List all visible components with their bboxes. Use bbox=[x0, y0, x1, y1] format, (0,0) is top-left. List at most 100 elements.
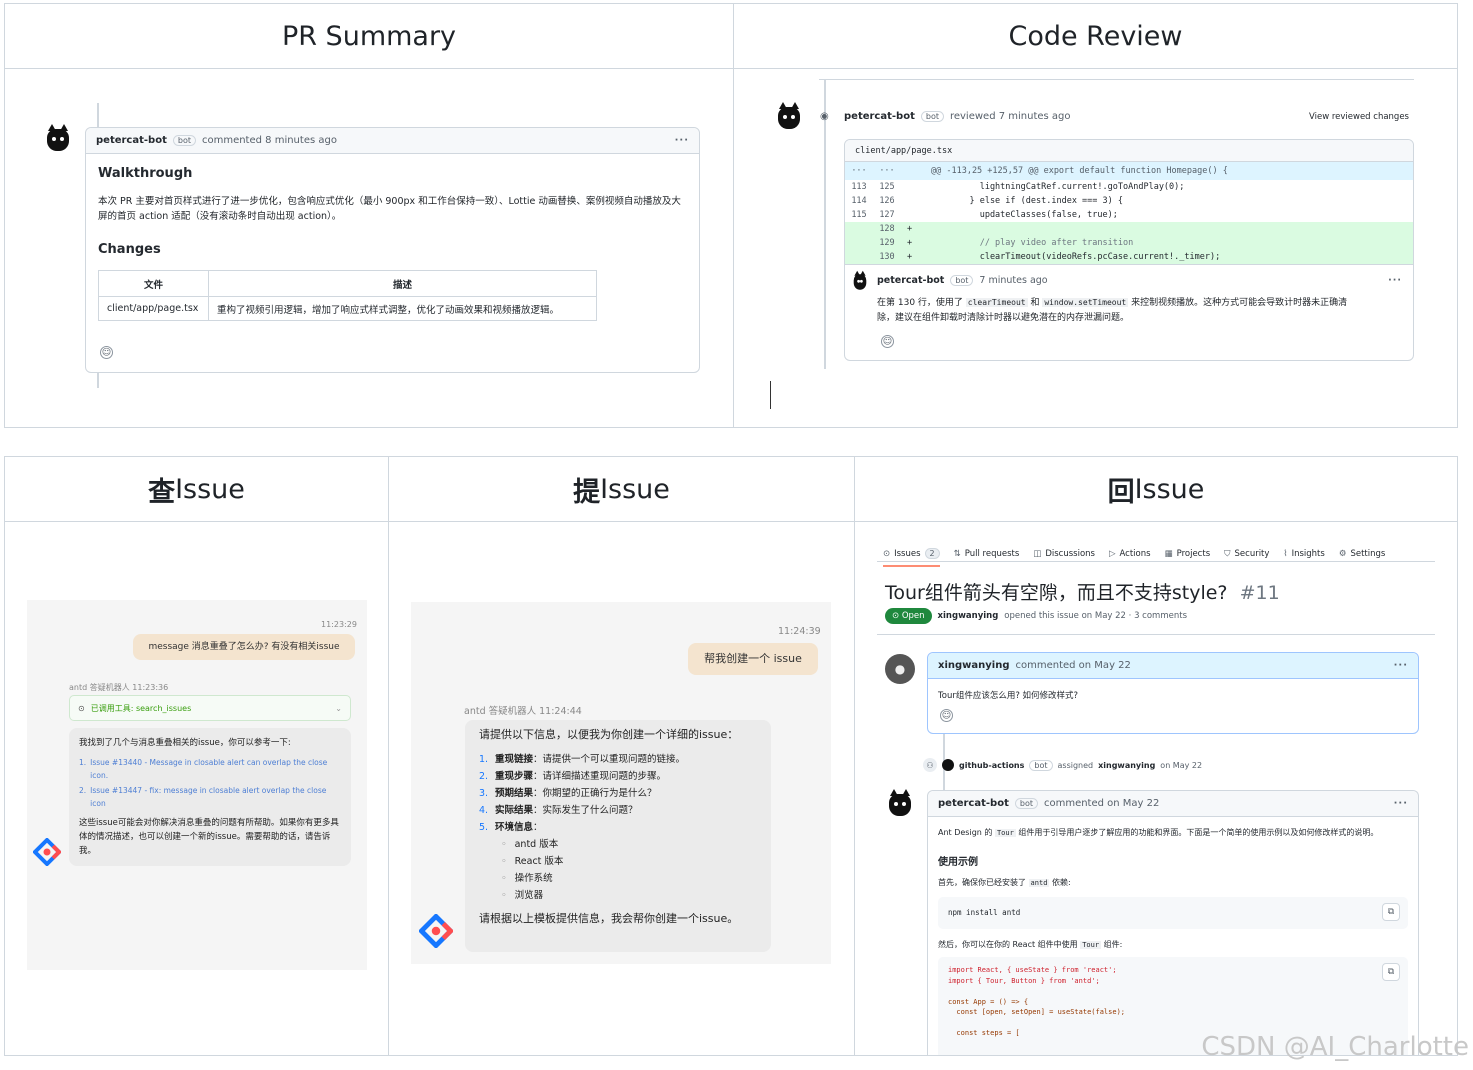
hunk-expand-right[interactable]: ··· bbox=[873, 166, 901, 176]
item-number: 4. bbox=[479, 805, 489, 816]
tab-pull-requests[interactable]: ⇅ Pull requests bbox=[954, 549, 1020, 559]
tool-call-box[interactable]: ⊙ 已调用工具: search_issues ⌄ bbox=[69, 695, 351, 721]
copy-icon[interactable]: ⧉ bbox=[1382, 963, 1400, 981]
tab-settings[interactable]: ⚙ Settings bbox=[1339, 549, 1386, 559]
bot-reply: 我找到了几个与消息重叠相关的issue，你可以参考一下: 1. Issue #13… bbox=[69, 728, 351, 866]
more-options-icon[interactable]: ··· bbox=[1388, 275, 1402, 286]
view-reviewed-changes-link[interactable]: View reviewed changes bbox=[1309, 112, 1409, 122]
comment-text-2: 来控制视频播放。这种方式可能会导致计时器未正确清 bbox=[1131, 298, 1348, 308]
diff-line: 113 125 lightningCatRef.current!.goToAndP… bbox=[845, 180, 1413, 194]
tab-discussions[interactable]: ◫ Discussions bbox=[1033, 549, 1095, 559]
bot-badge: bot bbox=[172, 135, 196, 146]
inline-comment-time[interactable]: 7 minutes ago bbox=[979, 275, 1047, 286]
reply-intro: 我找到了几个与消息重叠相关的issue，你可以参考一下: bbox=[79, 738, 291, 748]
bot-badge: bot bbox=[950, 275, 974, 286]
bot-badge: bot bbox=[1014, 798, 1038, 809]
header-query-issue: 查 Issue bbox=[5, 457, 389, 521]
code-antd: antd bbox=[1028, 879, 1050, 887]
tab-insights[interactable]: ⌇ Insights bbox=[1283, 549, 1324, 559]
bot-reply: 请提供以下信息，以便我为你创建一个详细的issue： 1. 重现链接：请提供一个可… bbox=[465, 720, 771, 952]
comment-and: 和 bbox=[1030, 298, 1040, 308]
more-options-icon[interactable]: ··· bbox=[1394, 798, 1408, 809]
code-set-timeout: window.setTimeout bbox=[1042, 298, 1129, 307]
comment-author[interactable]: petercat-bot bbox=[938, 798, 1009, 809]
tab-security[interactable]: ⛉ Security bbox=[1224, 549, 1269, 559]
usage-heading: 使用示例 bbox=[938, 857, 978, 868]
bullet-icon: ◦ bbox=[501, 839, 507, 850]
reaction-icon[interactable]: ☺ bbox=[100, 346, 113, 359]
chevron-down-icon[interactable]: ⌄ bbox=[335, 704, 342, 713]
template-item: 5. 环境信息： bbox=[479, 819, 757, 836]
copy-icon[interactable]: ⧉ bbox=[1382, 903, 1400, 921]
changes-title: Changes bbox=[98, 242, 161, 257]
issue-title: Tour组件箭头有空隙，而且不支持style? #11 bbox=[885, 578, 1280, 605]
code-line: const App = () => { bbox=[948, 997, 1029, 1006]
meta-user[interactable]: xingwanying bbox=[938, 611, 999, 621]
tab-actions[interactable]: ▷ Actions bbox=[1109, 549, 1151, 559]
bullet-icon: ◦ bbox=[501, 890, 507, 901]
issue-comment-1: xingwanying commented on May 22 ··· Tour… bbox=[927, 652, 1419, 734]
template-sub-item: ◦ antd 版本 bbox=[479, 836, 757, 853]
comment-time[interactable]: commented on May 22 bbox=[1015, 660, 1130, 671]
file-cell: client/app/page.tsx bbox=[98, 296, 209, 321]
user-msg-time: 11:24:39 bbox=[778, 626, 821, 637]
issue-item[interactable]: 2. Issue #13447 - fix: message in closabl… bbox=[79, 784, 341, 810]
event-user[interactable]: github-actions bbox=[959, 761, 1024, 770]
item-text: ：你期望的正确行为是什么？ bbox=[533, 788, 657, 799]
issue-list: 1. Issue #13440 - Message in closable ale… bbox=[79, 756, 341, 810]
then-b: 组件: bbox=[1103, 940, 1123, 949]
issue-link[interactable]: Issue #13447 - fix: message in closable … bbox=[90, 784, 341, 810]
review-time[interactable]: reviewed 7 minutes ago bbox=[950, 111, 1071, 122]
inline-comment-author[interactable]: petercat-bot bbox=[877, 275, 944, 286]
comment-author[interactable]: xingwanying bbox=[938, 660, 1009, 671]
header-create-issue: 提 Issue bbox=[389, 457, 855, 521]
code-line: import React, { useState } from 'react'; bbox=[948, 966, 1117, 974]
diff-filename[interactable]: client/app/page.tsx bbox=[845, 140, 1413, 162]
diff-code: } else if (dest.index === 3) { bbox=[949, 196, 1123, 206]
event-target[interactable]: xingwanying bbox=[1098, 761, 1155, 770]
reaction-icon[interactable]: ☺ bbox=[881, 335, 894, 348]
discussions-icon: ◫ bbox=[1033, 548, 1042, 559]
review-author[interactable]: petercat-bot bbox=[844, 111, 915, 122]
header-glyph: 查 bbox=[148, 476, 176, 508]
header-code-review: Code Review bbox=[1008, 20, 1183, 52]
comment-time[interactable]: commented on May 22 bbox=[1044, 798, 1159, 809]
diff-sign: + bbox=[907, 238, 913, 248]
comment-intro: Ant Design 的 Tour 组件用于引导用户逐步了解应用的功能和界面。下… bbox=[938, 827, 1378, 838]
comment-author[interactable]: petercat-bot bbox=[96, 135, 167, 146]
bottom-comparison-table: 查 Issue 提 Issue 回 Issue 11:23:29 message… bbox=[4, 456, 1458, 1056]
new-line-number: 130 bbox=[879, 252, 895, 262]
issue-meta: ⊙ Open xingwanying opened this issue on … bbox=[885, 608, 1187, 624]
issue-item[interactable]: 1. Issue #13440 - Message in closable ale… bbox=[79, 756, 341, 782]
more-options-icon[interactable]: ··· bbox=[1394, 660, 1408, 671]
item-number: 3. bbox=[479, 788, 489, 799]
old-line-number: 114 bbox=[851, 196, 867, 206]
projects-icon: ▦ bbox=[1164, 548, 1173, 559]
template-sub-item: ◦ React 版本 bbox=[479, 853, 757, 870]
template-list: 1. 重现链接：请提供一个可以重现问题的链接。 2. 重现步骤：请详细描述重现问题的步… bbox=[479, 751, 757, 904]
bot-badge: bot bbox=[920, 111, 944, 122]
pr-summary-cell: petercat-bot bot commented 8 minutes ago… bbox=[5, 69, 734, 427]
reply-issue-cell: ⊙ Issues 2 ⇅ Pull requests ◫ Discussions ▷ Actio… bbox=[855, 522, 1457, 1055]
top-divider bbox=[819, 79, 1414, 80]
issue-link[interactable]: Issue #13440 - Message in closable alert… bbox=[90, 756, 341, 782]
tab-label: Actions bbox=[1119, 548, 1151, 559]
reaction-icon[interactable]: ☺ bbox=[940, 709, 953, 722]
tab-issues[interactable]: ⊙ Issues 2 bbox=[883, 548, 940, 567]
more-options-icon[interactable]: ··· bbox=[675, 135, 689, 146]
header-glyph: 提 bbox=[573, 476, 601, 508]
tab-projects[interactable]: ▦ Projects bbox=[1165, 549, 1211, 559]
then-note: 然后，你可以在你的 React 组件中使用 Tour 组件: bbox=[938, 939, 1122, 950]
diff-code: clearTimeout(videoRefs.pcCase.current!._… bbox=[949, 252, 1221, 262]
hunk-expand-left[interactable]: ··· bbox=[845, 166, 873, 176]
inline-comment-header: petercat-bot bot 7 minutes ago ··· bbox=[877, 275, 1402, 286]
example-code: import React, { useState } from 'react';… bbox=[948, 965, 1125, 1039]
issue-number: #11 bbox=[1239, 582, 1280, 604]
template-item: 2. 重现步骤：请详细描述重现问题的步骤。 bbox=[479, 768, 757, 785]
sub-item-text: 浏览器 bbox=[514, 890, 544, 901]
tab-label: Pull requests bbox=[964, 548, 1020, 559]
walkthrough-title: Walkthrough bbox=[98, 166, 193, 181]
comment-time[interactable]: commented 8 minutes ago bbox=[202, 135, 337, 146]
first-a: 首先，确保你已经安装了 bbox=[938, 878, 1026, 887]
comment-header: petercat-bot bot commented 8 minutes ago… bbox=[86, 128, 699, 154]
